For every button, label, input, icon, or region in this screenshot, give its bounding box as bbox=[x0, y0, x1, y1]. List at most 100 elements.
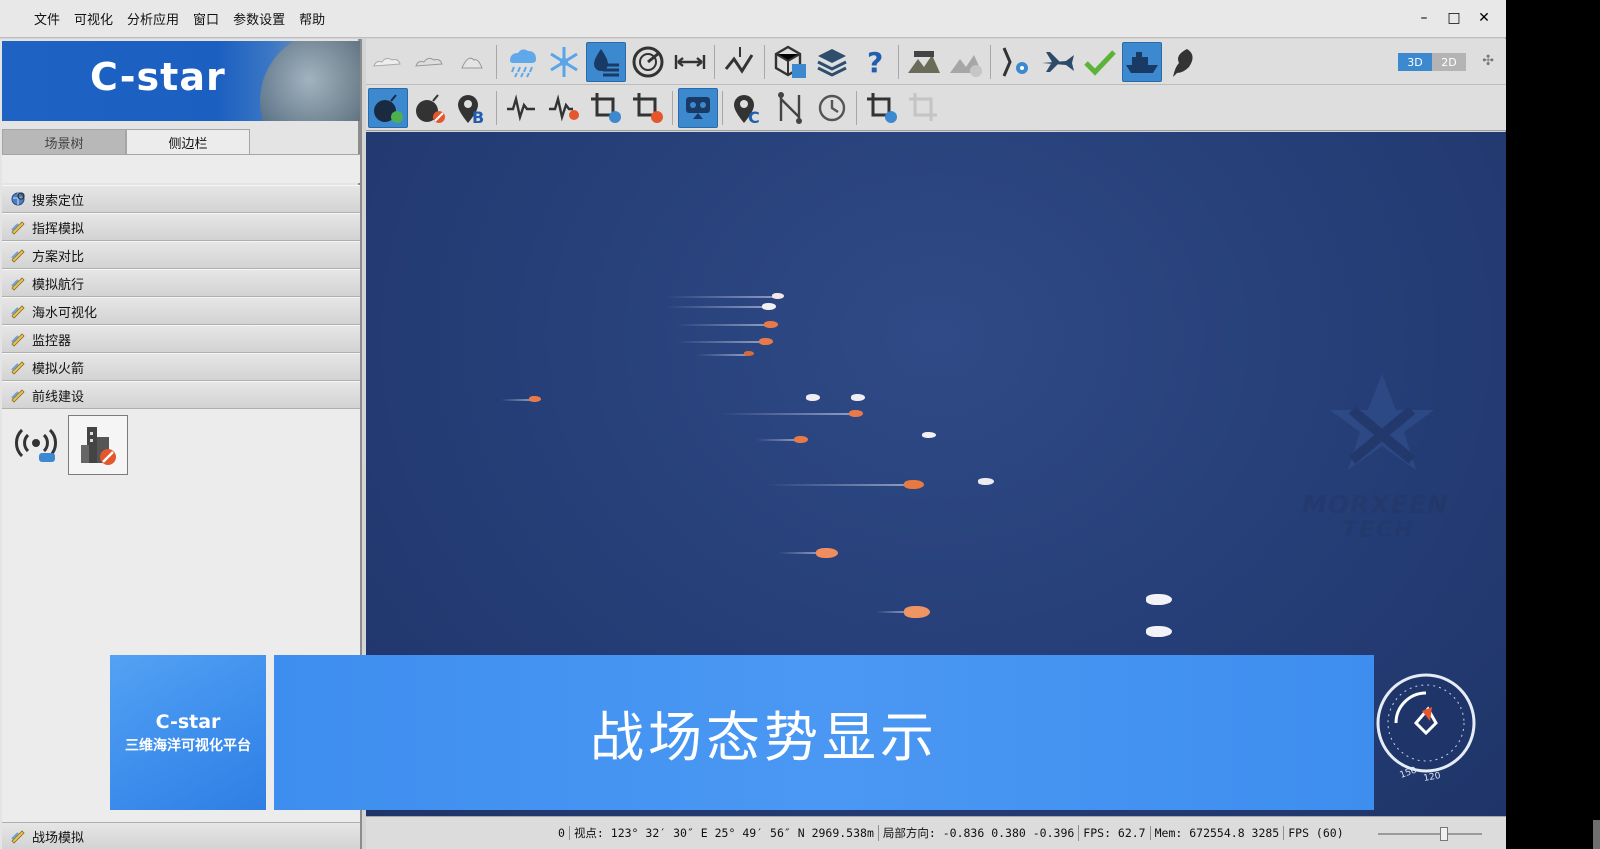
robot-icon bbox=[686, 97, 710, 119]
radar-button[interactable] bbox=[628, 42, 668, 82]
bomb-remove-icon bbox=[416, 94, 445, 123]
menu-visualize[interactable]: 可视化 bbox=[67, 9, 120, 28]
bomb-add-button[interactable] bbox=[368, 88, 408, 128]
sidebar-item-sim-rocket[interactable]: 模拟火箭 bbox=[2, 353, 360, 381]
window-controls: – □ ✕ bbox=[1414, 8, 1494, 28]
crop-remove-icon bbox=[633, 93, 663, 123]
crop-edit-icon bbox=[867, 93, 897, 123]
layers-icon bbox=[817, 49, 847, 77]
sidebar-item-search[interactable]: 搜索定位 bbox=[2, 185, 360, 213]
path-settings-button[interactable] bbox=[996, 42, 1036, 82]
tab-body bbox=[2, 154, 360, 183]
sidebar-item-battlefield-sim[interactable]: 战场模拟 bbox=[2, 822, 360, 849]
cloud-medium-icon bbox=[415, 57, 443, 67]
help-button[interactable]: ? bbox=[854, 42, 894, 82]
star-watermark-icon bbox=[1330, 374, 1434, 470]
menu-analysis[interactable]: 分析应用 bbox=[120, 9, 186, 28]
pencil-icon bbox=[10, 387, 26, 403]
minimize-button[interactable]: – bbox=[1414, 8, 1434, 28]
sidebar-item-label: 方案对比 bbox=[32, 249, 85, 265]
toolbar-weather: ? 3D 2D ✣ bbox=[366, 39, 1506, 85]
view-2d-button[interactable]: 2D bbox=[1432, 53, 1466, 71]
crop-disabled-icon bbox=[909, 93, 937, 121]
tab-scene-tree[interactable]: 场景树 bbox=[2, 129, 126, 155]
robot-button[interactable] bbox=[678, 88, 718, 128]
snow-icon bbox=[550, 47, 578, 77]
crop-add-icon bbox=[591, 93, 621, 123]
marker-b-button[interactable]: B bbox=[452, 88, 492, 128]
snow-button[interactable] bbox=[544, 42, 584, 82]
menu-settings[interactable]: 参数设置 bbox=[226, 9, 292, 28]
desktop-edge bbox=[1593, 820, 1600, 849]
sidebar-item-label: 模拟航行 bbox=[32, 277, 85, 293]
signal-tower-tool[interactable] bbox=[6, 415, 66, 475]
network-button[interactable] bbox=[770, 88, 810, 128]
sidebar-item-monitor[interactable]: 监控器 bbox=[2, 325, 360, 353]
banner-logo: C-star 三维海洋可视化平台 bbox=[110, 655, 266, 810]
sidebar-item-label: 前线建设 bbox=[32, 389, 85, 405]
sidebar-item-frontline-build[interactable]: 前线建设 bbox=[2, 381, 360, 409]
compass[interactable]: 150 120 bbox=[1376, 653, 1476, 793]
menu-help[interactable]: 帮助 bbox=[292, 9, 332, 28]
sidebar-item-sim-navigation[interactable]: 模拟航行 bbox=[2, 269, 360, 297]
airplane-button[interactable] bbox=[1038, 42, 1078, 82]
sidebar-item-label: 战场模拟 bbox=[32, 830, 85, 846]
desktop-background bbox=[1507, 0, 1600, 849]
building-forbidden-tool[interactable] bbox=[68, 415, 128, 475]
ship-button[interactable] bbox=[1122, 42, 1162, 82]
route-button[interactable] bbox=[720, 42, 760, 82]
tab-sidebar[interactable]: 侧边栏 bbox=[126, 129, 250, 155]
pencil-icon bbox=[10, 275, 26, 291]
pencil-icon bbox=[10, 331, 26, 347]
checkmark-button[interactable] bbox=[1080, 42, 1120, 82]
crop-disabled-button[interactable] bbox=[904, 88, 944, 128]
view-mode-toggle: 3D 2D bbox=[1398, 53, 1466, 71]
clock-icon bbox=[818, 94, 846, 122]
terrain-button[interactable] bbox=[904, 42, 944, 82]
terrain-disabled-button[interactable] bbox=[946, 42, 986, 82]
maximize-button[interactable]: □ bbox=[1444, 8, 1464, 28]
cloud-light-button[interactable] bbox=[368, 42, 408, 82]
sidebar-item-label: 模拟火箭 bbox=[32, 361, 85, 377]
bomb-remove-button[interactable] bbox=[410, 88, 450, 128]
move-handle-icon[interactable]: ✣ bbox=[1482, 53, 1494, 69]
map-cube-button[interactable] bbox=[770, 42, 810, 82]
cloud-medium-button[interactable] bbox=[410, 42, 450, 82]
crop-add-button[interactable] bbox=[586, 88, 626, 128]
menubar: 文件 可视化 分析应用 窗口 参数设置 帮助 – □ ✕ bbox=[0, 0, 1506, 38]
svg-text:C: C bbox=[748, 108, 760, 125]
sidebar-item-sea-visualization[interactable]: 海水可视化 bbox=[2, 297, 360, 325]
clock-button[interactable] bbox=[812, 88, 852, 128]
zoom-slider[interactable] bbox=[1378, 827, 1482, 841]
panel-tabs: 场景树 侧边栏 bbox=[2, 129, 360, 155]
sidebar-item-plan-compare[interactable]: 方案对比 bbox=[2, 241, 360, 269]
globe-search-icon bbox=[10, 191, 26, 207]
banner: 战场态势显示 bbox=[274, 655, 1374, 810]
map-cube-icon bbox=[774, 45, 806, 78]
crop-edit-button[interactable] bbox=[862, 88, 902, 128]
banner-title: 战场态势显示 bbox=[590, 706, 938, 769]
marker-c-button[interactable]: C bbox=[728, 88, 768, 128]
sidebar-item-label: 指挥模拟 bbox=[32, 221, 85, 237]
status-zero: 0 bbox=[554, 826, 570, 840]
sidebar-item-command-sim[interactable]: 指挥模拟 bbox=[2, 213, 360, 241]
rain-button[interactable] bbox=[502, 42, 542, 82]
waveform-add-button[interactable] bbox=[502, 88, 542, 128]
layers-button[interactable] bbox=[812, 42, 852, 82]
menu-window[interactable]: 窗口 bbox=[186, 9, 226, 28]
waveform-remove-button[interactable] bbox=[544, 88, 584, 128]
view-3d-button[interactable]: 3D bbox=[1398, 53, 1432, 71]
water-level-button[interactable] bbox=[586, 42, 626, 82]
cloud-heavy-button[interactable] bbox=[452, 42, 492, 82]
slider-thumb[interactable] bbox=[1440, 827, 1448, 841]
sidebar-item-label: 监控器 bbox=[32, 333, 72, 349]
menu-file[interactable]: 文件 bbox=[27, 9, 67, 28]
measure-distance-button[interactable] bbox=[670, 42, 710, 82]
close-button[interactable]: ✕ bbox=[1474, 8, 1494, 28]
globe-icon bbox=[260, 41, 360, 121]
feather-button[interactable] bbox=[1164, 42, 1204, 82]
cloud-heavy-icon bbox=[461, 57, 483, 69]
sidebar-item-label: 海水可视化 bbox=[32, 305, 98, 321]
compass-icon: 150 120 bbox=[1376, 673, 1476, 784]
crop-remove-button[interactable] bbox=[628, 88, 668, 128]
